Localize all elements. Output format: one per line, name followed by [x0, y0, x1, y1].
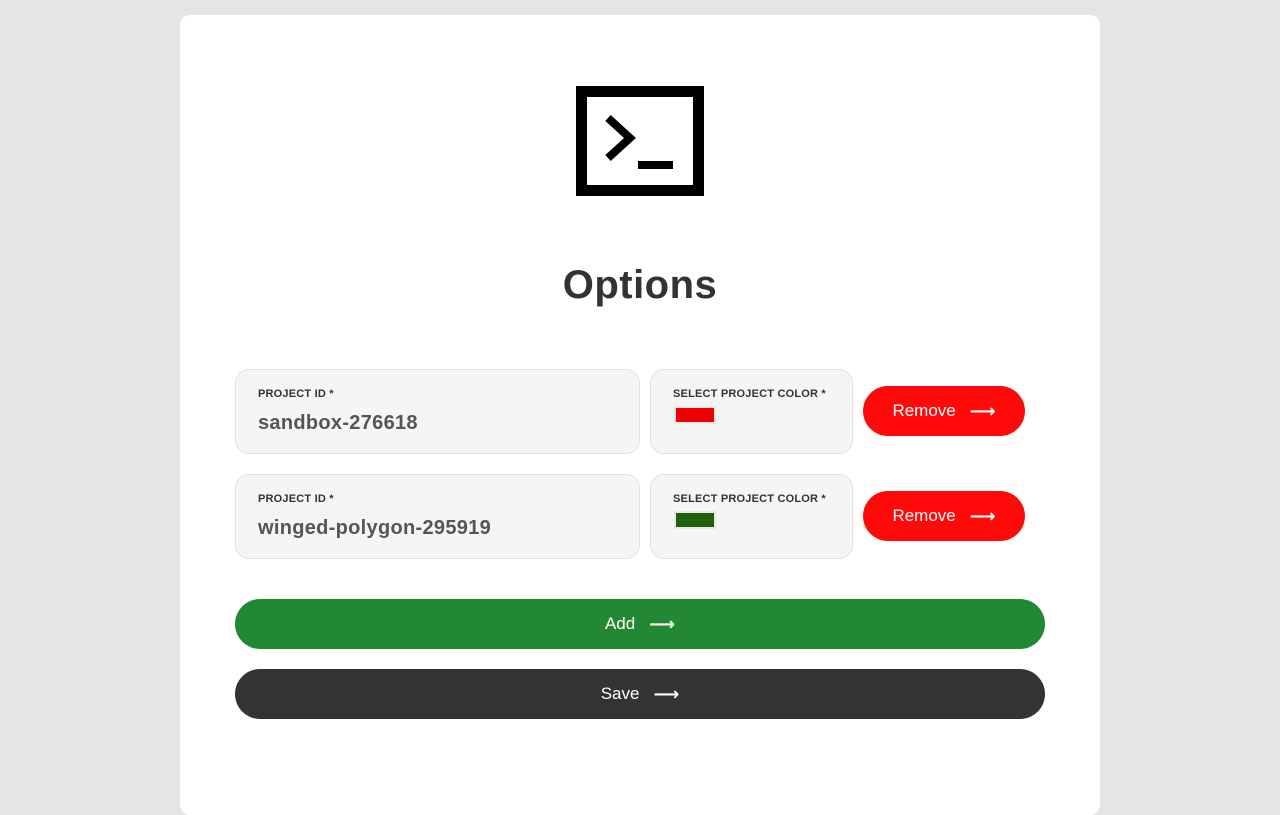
remove-button[interactable]: Remove ⟶ — [863, 491, 1025, 541]
project-id-field[interactable]: PROJECT ID * sandbox-276618 — [235, 369, 640, 454]
color-swatch[interactable] — [674, 406, 716, 424]
options-card: Options PROJECT ID * sandbox-276618 SELE… — [180, 15, 1100, 815]
terminal-icon — [576, 86, 704, 196]
page-title: Options — [562, 263, 718, 307]
remove-button-label: Remove — [892, 506, 956, 525]
save-button-label: Save — [600, 684, 640, 703]
project-id-label: PROJECT ID * — [258, 493, 334, 505]
color-swatch[interactable] — [674, 511, 716, 529]
color-swatch-fill — [676, 513, 714, 527]
project-row: PROJECT ID * sandbox-276618 SELECT PROJE… — [235, 369, 1045, 454]
project-id-label: PROJECT ID * — [258, 388, 334, 400]
arrow-right-icon: ⟶ — [969, 400, 996, 421]
arrow-right-icon: ⟶ — [969, 505, 996, 526]
project-color-field: SELECT PROJECT COLOR * — [650, 369, 853, 454]
project-id-field[interactable]: PROJECT ID * winged-polygon-295919 — [235, 474, 640, 559]
color-swatch-fill — [676, 408, 714, 422]
project-color-field: SELECT PROJECT COLOR * — [650, 474, 853, 559]
arrow-right-icon: ⟶ — [653, 683, 680, 704]
add-button-label: Add — [604, 614, 636, 633]
project-color-label: SELECT PROJECT COLOR * — [673, 493, 826, 505]
project-id-value[interactable]: winged-polygon-295919 — [258, 517, 491, 540]
project-row: PROJECT ID * winged-polygon-295919 SELEC… — [235, 474, 1045, 559]
remove-button-label: Remove — [892, 401, 956, 420]
remove-button[interactable]: Remove ⟶ — [863, 386, 1025, 436]
add-button[interactable]: Add ⟶ — [235, 599, 1045, 649]
project-id-value[interactable]: sandbox-276618 — [258, 412, 418, 435]
save-button[interactable]: Save ⟶ — [235, 669, 1045, 719]
arrow-right-icon: ⟶ — [649, 613, 676, 634]
project-color-label: SELECT PROJECT COLOR * — [673, 388, 826, 400]
